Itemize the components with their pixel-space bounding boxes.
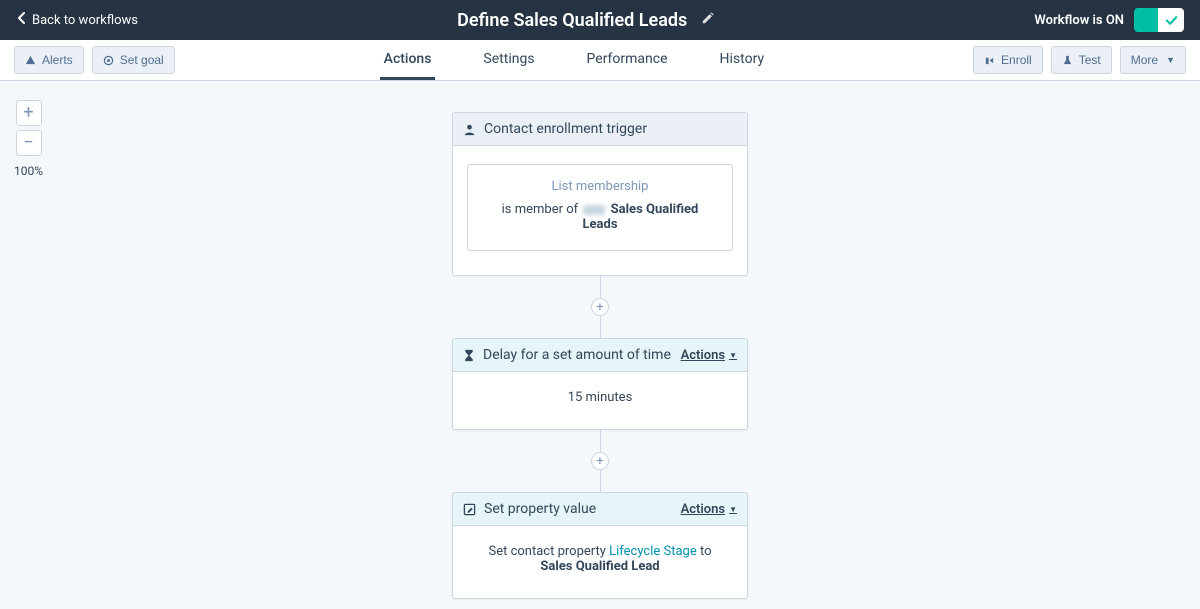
trigger-condition-box[interactable]: List membership is member of Sales Quali…: [467, 164, 733, 251]
zoom-in-button[interactable]: +: [16, 100, 42, 126]
connector-line: [600, 430, 601, 452]
tab-actions[interactable]: Actions: [380, 40, 436, 80]
set-property-text: Set contact property Lifecycle Stage to: [467, 544, 733, 559]
hourglass-icon: [463, 349, 475, 362]
zoom-level-label: 100%: [14, 164, 43, 178]
toggle-knob: [1158, 8, 1184, 32]
workflow-toggle[interactable]: [1134, 8, 1184, 32]
set-property-card-body: Set contact property Lifecycle Stage to …: [453, 526, 747, 598]
delay-card-body: 15 minutes: [453, 372, 747, 429]
pencil-icon[interactable]: [701, 11, 715, 29]
connector-line: [600, 316, 601, 338]
flask-icon: [1062, 55, 1073, 66]
toolbar: Alerts Set goal Actions Settings Perform…: [0, 40, 1200, 81]
enroll-button[interactable]: Enroll: [973, 46, 1043, 74]
tab-history[interactable]: History: [716, 40, 769, 80]
app-header: Back to workflows Define Sales Qualified…: [0, 0, 1200, 40]
workflow-status: Workflow is ON: [1034, 8, 1184, 32]
caret-down-icon: ▼: [729, 351, 737, 360]
alerts-button[interactable]: Alerts: [14, 46, 84, 74]
trigger-card-header: Contact enrollment trigger: [453, 113, 747, 146]
back-to-workflows-link[interactable]: Back to workflows: [16, 12, 138, 28]
toolbar-left: Alerts Set goal: [14, 46, 175, 74]
set-property-card-header: Set property value Actions ▼: [453, 493, 747, 526]
more-button[interactable]: More ▼: [1120, 46, 1186, 74]
test-button[interactable]: Test: [1051, 46, 1112, 74]
set-prop-value: Sales Qualified Lead: [467, 559, 733, 574]
delay-title: Delay for a set amount of time: [483, 347, 673, 363]
workflow-flow: Contact enrollment trigger List membersh…: [452, 112, 748, 599]
back-label: Back to workflows: [32, 13, 138, 28]
caret-down-icon: ▼: [729, 505, 737, 514]
delay-card-header: Delay for a set amount of time Actions ▼: [453, 339, 747, 372]
delay-duration: 15 minutes: [568, 390, 633, 405]
set-goal-label: Set goal: [120, 53, 164, 67]
test-label: Test: [1079, 53, 1101, 67]
contact-icon: [463, 123, 476, 136]
trigger-sub-label: List membership: [486, 179, 714, 194]
tab-performance[interactable]: Performance: [583, 40, 672, 80]
condition-prefix: is member of: [502, 202, 579, 217]
set-property-card[interactable]: Set property value Actions ▼ Set contact…: [452, 492, 748, 599]
trigger-card-body: List membership is member of Sales Quali…: [453, 146, 747, 275]
enroll-icon: [984, 55, 995, 66]
chevron-left-icon: [16, 12, 26, 28]
add-action-button[interactable]: +: [591, 452, 609, 470]
trigger-condition: is member of Sales Qualified Leads: [486, 202, 714, 232]
target-icon: [103, 55, 114, 66]
enroll-label: Enroll: [1001, 53, 1032, 67]
zoom-out-button[interactable]: −: [16, 130, 42, 156]
workflow-canvas[interactable]: + − 100% Contact enrollment trigger List…: [0, 81, 1200, 609]
edit-property-icon: [463, 503, 476, 516]
connector-line: [600, 470, 601, 492]
set-prop-prefix: Set contact property: [488, 544, 609, 559]
more-label: More: [1131, 53, 1158, 67]
set-goal-button[interactable]: Set goal: [92, 46, 175, 74]
tabs: Actions Settings Performance History: [175, 40, 973, 80]
status-label: Workflow is ON: [1034, 13, 1124, 28]
add-action-button[interactable]: +: [591, 298, 609, 316]
set-prop-mid: to: [697, 544, 712, 559]
trigger-title: Contact enrollment trigger: [484, 121, 737, 137]
set-property-title: Set property value: [484, 501, 673, 517]
zoom-controls: + − 100%: [14, 100, 43, 178]
warning-icon: [25, 55, 36, 66]
delay-card[interactable]: Delay for a set amount of time Actions ▼…: [452, 338, 748, 430]
property-link[interactable]: Lifecycle Stage: [609, 544, 697, 559]
alerts-label: Alerts: [42, 53, 73, 67]
delay-actions-menu[interactable]: Actions ▼: [681, 348, 737, 363]
caret-down-icon: ▼: [1166, 55, 1175, 65]
redacted-text: [583, 205, 605, 215]
actions-link-label: Actions: [681, 348, 726, 363]
trigger-card[interactable]: Contact enrollment trigger List membersh…: [452, 112, 748, 276]
toolbar-right: Enroll Test More ▼: [973, 46, 1186, 74]
connector-line: [600, 276, 601, 298]
actions-link-label: Actions: [681, 502, 726, 517]
set-property-actions-menu[interactable]: Actions ▼: [681, 502, 737, 517]
toggle-track: [1134, 8, 1158, 32]
tab-settings[interactable]: Settings: [479, 40, 538, 80]
header-title-area: Define Sales Qualified Leads: [138, 10, 1034, 31]
workflow-title: Define Sales Qualified Leads: [457, 10, 687, 31]
